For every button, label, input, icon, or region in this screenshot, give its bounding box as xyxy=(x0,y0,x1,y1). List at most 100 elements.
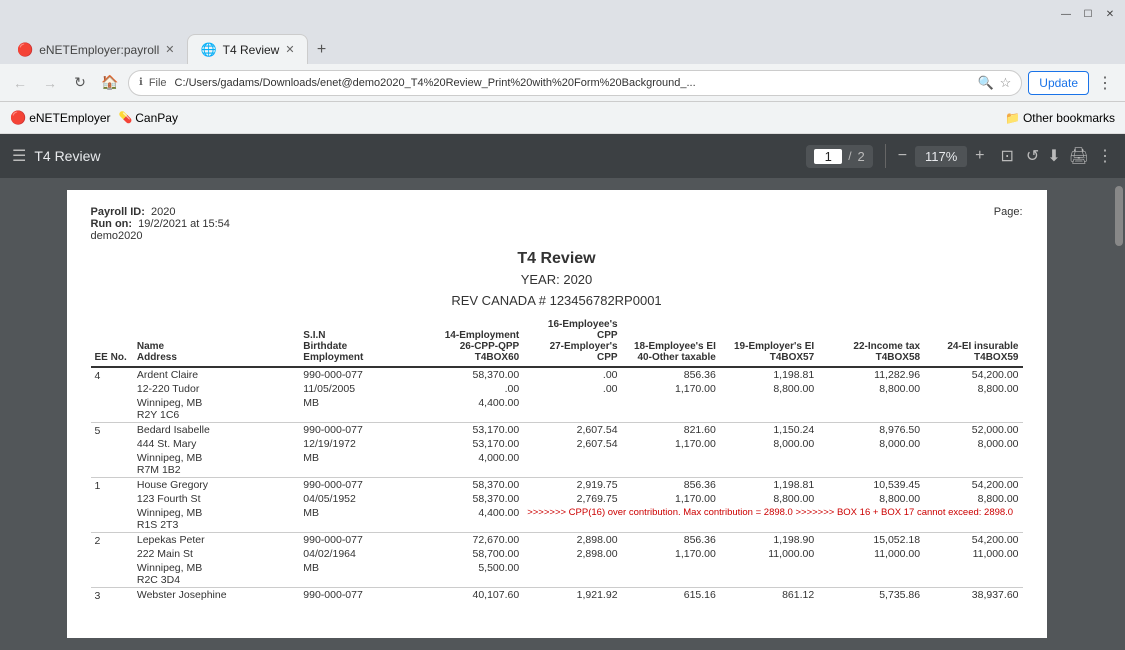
cell-t4box58: 8,800.00 xyxy=(818,492,924,506)
tab-t4review-close[interactable]: ✕ xyxy=(285,43,294,56)
cell-ee-no: 4 xyxy=(91,367,133,423)
cell-ei18: 821.60 xyxy=(622,423,720,438)
pdf-toolbar-right: ⬇ 🖨 ⋮ xyxy=(1047,146,1113,166)
tab-payroll-close[interactable]: ✕ xyxy=(165,43,174,56)
scrollbar-thumb[interactable] xyxy=(1115,186,1123,246)
table-row-3: Winnipeg, MBR1S 2T3 MB 4,400.00 >>>>>>> … xyxy=(91,506,1023,533)
cell-t4box59: 8,800.00 xyxy=(924,492,1022,506)
company-name: demo2020 xyxy=(91,230,1023,242)
cell-ei18: 856.36 xyxy=(622,478,720,493)
cell-empei19: 861.12 xyxy=(720,588,818,603)
url-text: C:/Users/gadams/Downloads/enet@demo2020_… xyxy=(175,77,972,89)
report-year: YEAR: 2020 xyxy=(91,272,1023,287)
info-icon: ℹ xyxy=(139,77,143,88)
address-input[interactable]: ℹ File C:/Users/gadams/Downloads/enet@de… xyxy=(128,70,1022,96)
cell-sin: 990-000-077 xyxy=(299,367,420,382)
maximize-button[interactable]: ☐ xyxy=(1081,7,1095,21)
header-14: 14-Employment 26-CPP-QPP T4BOX60 xyxy=(420,316,523,367)
header-18: 18-Employee's EI 40-Other taxable xyxy=(622,316,720,367)
cell-cpp16: 1,921.92 xyxy=(523,588,621,603)
page-number-input[interactable] xyxy=(814,149,842,164)
run-on-value: 19/2/2021 at 15:54 xyxy=(138,218,230,230)
zoom-level-input[interactable] xyxy=(915,146,967,167)
more-options-icon[interactable]: ⋮ xyxy=(1097,146,1113,166)
pdf-content: Page: Payroll ID: 2020 Run on: 19/2/2021… xyxy=(0,178,1125,650)
close-button[interactable]: ✕ xyxy=(1103,7,1117,21)
cell-name: Ardent Claire xyxy=(133,367,299,382)
tab-t4review[interactable]: 🌐 T4 Review ✕ xyxy=(187,34,307,64)
cell-error xyxy=(523,604,1022,606)
table-row-3 xyxy=(91,604,1023,606)
tab-t4review-label: T4 Review xyxy=(223,43,280,57)
back-button[interactable]: ← xyxy=(8,71,32,95)
scrollbar[interactable] xyxy=(1113,178,1125,650)
cell-empei19: 1,198.90 xyxy=(720,533,818,548)
title-bar: — ☐ ✕ xyxy=(0,0,1125,28)
zoom-in-button[interactable]: + xyxy=(975,147,984,165)
update-button[interactable]: Update xyxy=(1028,71,1089,95)
cell-address: 123 Fourth St xyxy=(133,492,299,506)
star-icon[interactable]: ☆ xyxy=(1000,75,1012,91)
fit-page-icon[interactable]: ⊡ xyxy=(1000,146,1013,166)
pdf-toolbar: ☰ T4 Review / 2 − + ⊡ ↺ ⬇ 🖨 ⋮ xyxy=(0,134,1125,178)
cell-other40: 1,170.00 xyxy=(622,437,720,451)
cell-ei24: 54,200.00 xyxy=(924,367,1022,382)
cell-t4box59: 8,800.00 xyxy=(924,382,1022,396)
enet-employer-bookmark[interactable]: 🔴 eNETEmployer xyxy=(10,110,111,126)
cell-birthdate: 04/02/1964 xyxy=(299,547,420,561)
page-controls: / 2 xyxy=(806,145,873,168)
page-total: 2 xyxy=(858,149,865,164)
tab-payroll[interactable]: 🔴 eNETEmployer:payroll ✕ xyxy=(4,34,187,64)
cell-emp14: 53,170.00 xyxy=(420,423,523,438)
table-row: 1 House Gregory 990-000-077 58,370.00 2,… xyxy=(91,478,1023,493)
search-icon: 🔍 xyxy=(977,75,993,91)
cell-cpp26: 58,370.00 xyxy=(420,492,523,506)
cell-t4box57: 11,000.00 xyxy=(720,547,818,561)
cell-t4box57: 8,800.00 xyxy=(720,382,818,396)
cell-emp14: 72,670.00 xyxy=(420,533,523,548)
cell-sin: 990-000-077 xyxy=(299,588,420,603)
new-tab-button[interactable]: + xyxy=(308,36,336,64)
minimize-button[interactable]: — xyxy=(1059,7,1073,21)
cell-empei19: 1,150.24 xyxy=(720,423,818,438)
cell-province: MB xyxy=(299,451,420,478)
print-icon[interactable]: 🖨 xyxy=(1069,146,1089,166)
hamburger-menu-icon[interactable]: ☰ xyxy=(12,146,26,166)
forward-button[interactable]: → xyxy=(38,71,62,95)
cell-sin: 990-000-077 xyxy=(299,533,420,548)
cell-ei24: 38,937.60 xyxy=(924,588,1022,603)
header-16: 16-Employee's CPP 27-Employer's CPP xyxy=(523,316,621,367)
cell-tax22: 10,539.45 xyxy=(818,478,924,493)
cell-cpp27: 2,769.75 xyxy=(523,492,621,506)
t4-table: EE No. Name Address S.I.N Birthdate Empl… xyxy=(91,316,1023,606)
cell-ei24: 54,200.00 xyxy=(924,478,1022,493)
table-row-3: Winnipeg, MBR2Y 1C6 MB 4,400.00 xyxy=(91,396,1023,423)
cell-ei24: 52,000.00 xyxy=(924,423,1022,438)
cell-error xyxy=(523,451,1022,478)
rotate-icon[interactable]: ↺ xyxy=(1026,146,1039,166)
payroll-id-value: 2020 xyxy=(151,206,175,218)
report-header: Payroll ID: 2020 Run on: 19/2/2021 at 15… xyxy=(91,206,1023,242)
cell-ee-no: 1 xyxy=(91,478,133,533)
canpay-bookmark[interactable]: 💊 CanPay xyxy=(119,111,178,125)
menu-dots-button[interactable]: ⋮ xyxy=(1093,71,1117,95)
cell-sin: 990-000-077 xyxy=(299,478,420,493)
home-button[interactable]: 🏠 xyxy=(98,71,122,95)
cell-t4box58: 8,800.00 xyxy=(818,382,924,396)
zoom-out-button[interactable]: − xyxy=(898,147,907,165)
download-icon[interactable]: ⬇ xyxy=(1047,146,1060,166)
cell-province: MB xyxy=(299,506,420,533)
cell-empei19: 1,198.81 xyxy=(720,367,818,382)
tab-t4review-icon: 🌐 xyxy=(200,42,216,58)
other-bookmarks[interactable]: 📁 Other bookmarks xyxy=(1005,111,1115,125)
page-label: Page: xyxy=(994,206,1023,218)
canpay-icon: 💊 xyxy=(119,111,133,124)
cell-empei19: 1,198.81 xyxy=(720,478,818,493)
cell-t4box60: 5,500.00 xyxy=(420,561,523,588)
cell-emp14: 58,370.00 xyxy=(420,367,523,382)
reload-button[interactable]: ↻ xyxy=(68,71,92,95)
table-row-2: 12-220 Tudor 11/05/2005 .00 .00 1,170.00… xyxy=(91,382,1023,396)
page-separator: / xyxy=(848,149,851,163)
run-on-label: Run on: xyxy=(91,218,133,230)
cell-tax22: 11,282.96 xyxy=(818,367,924,382)
